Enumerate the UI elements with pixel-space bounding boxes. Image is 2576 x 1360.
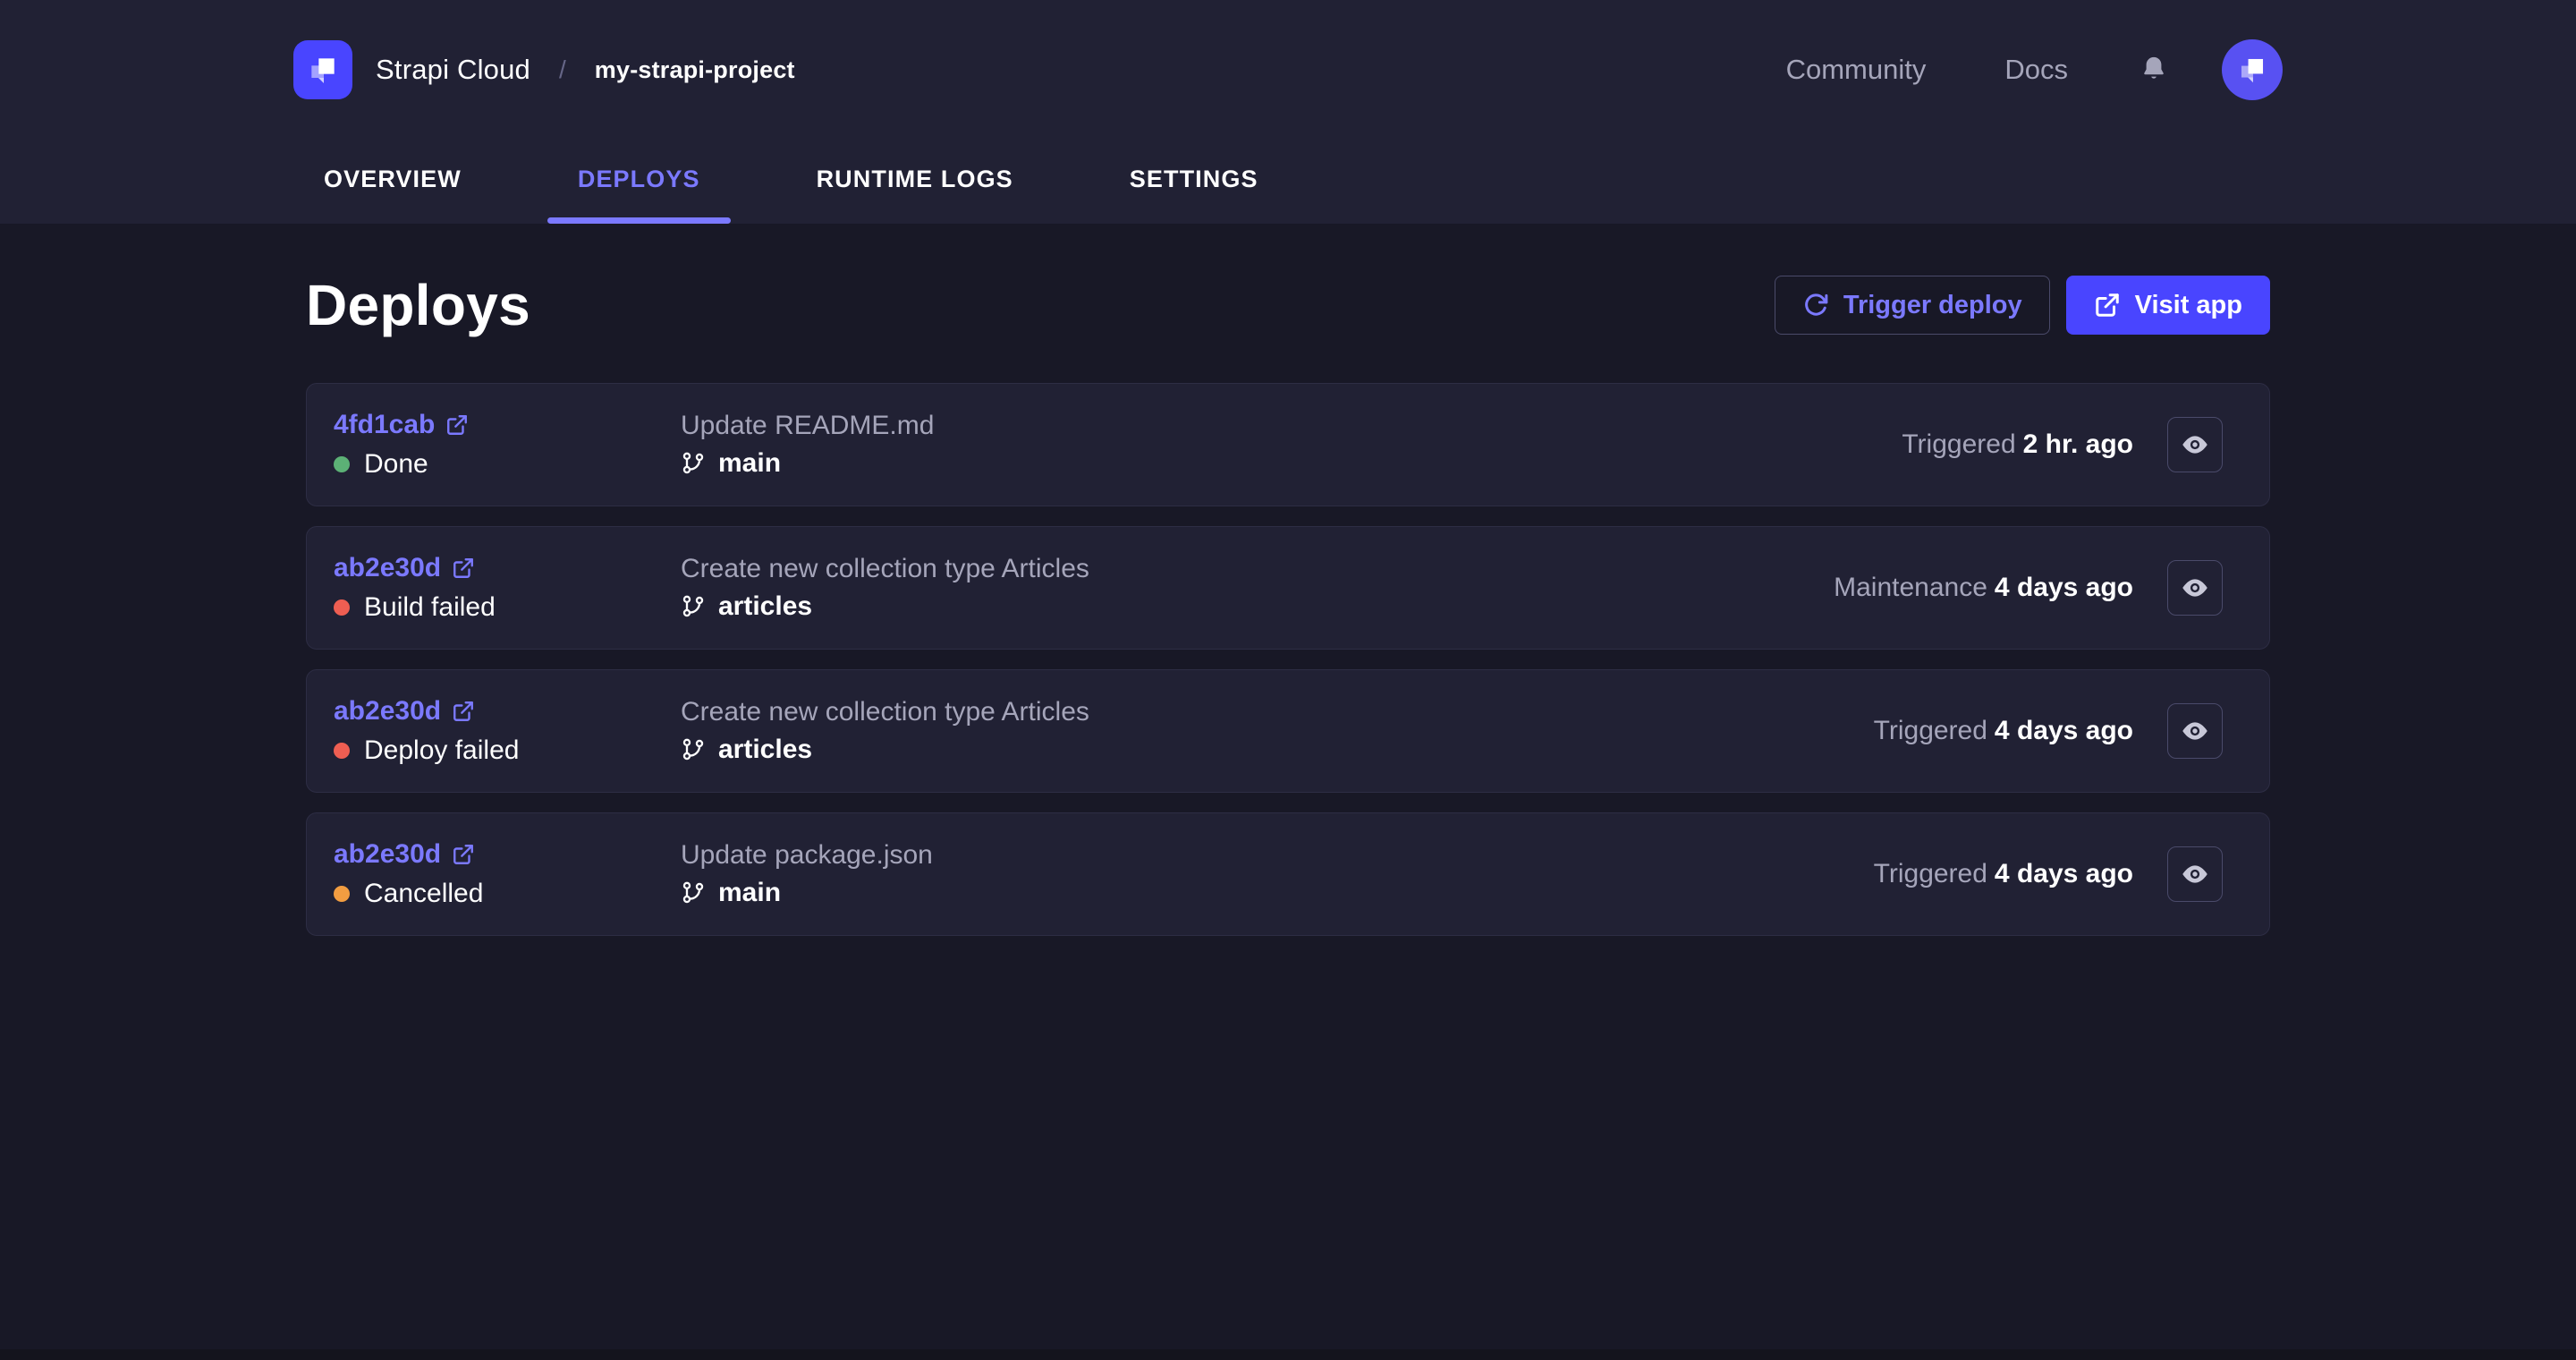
branch-name: articles bbox=[718, 591, 813, 621]
status-label: Done bbox=[364, 449, 428, 479]
external-link-icon bbox=[452, 557, 475, 580]
trigger-info: Triggered 4 days ago bbox=[1874, 859, 2133, 889]
eye-icon bbox=[2180, 573, 2210, 603]
trigger-time: 4 days ago bbox=[1994, 573, 2133, 602]
branch-name: main bbox=[718, 878, 782, 907]
main-content: Deploys Trigger deploy Visit app 4fd1cab… bbox=[306, 224, 2270, 936]
git-branch-icon bbox=[681, 737, 706, 762]
commit-link[interactable]: 4fd1cab bbox=[334, 410, 681, 440]
external-link-icon bbox=[452, 700, 475, 723]
user-avatar[interactable] bbox=[2222, 39, 2283, 100]
commit-hash: ab2e30d bbox=[334, 553, 442, 582]
trigger-time: 2 hr. ago bbox=[2022, 429, 2133, 459]
refresh-icon bbox=[1802, 292, 1829, 319]
commit-hash: ab2e30d bbox=[334, 696, 442, 726]
tab-deploys[interactable]: DEPLOYS bbox=[547, 149, 731, 224]
notification-bell-icon[interactable] bbox=[2138, 54, 2170, 86]
commit-link[interactable]: ab2e30d bbox=[334, 553, 681, 583]
commit-hash: ab2e30d bbox=[334, 839, 442, 869]
trigger-type: Maintenance bbox=[1834, 573, 1987, 602]
trigger-info: Maintenance 4 days ago bbox=[1834, 573, 2133, 603]
nav-link-docs[interactable]: Docs bbox=[2004, 54, 2068, 86]
header-actions: Community Docs bbox=[1786, 39, 2283, 100]
breadcrumb-separator: / bbox=[559, 55, 566, 83]
commit-link[interactable]: ab2e30d bbox=[334, 696, 681, 727]
trigger-time: 4 days ago bbox=[1994, 859, 2133, 888]
status-dot bbox=[334, 886, 350, 902]
deploy-card: ab2e30d Build failed Create new collecti… bbox=[306, 526, 2270, 650]
trigger-info: Triggered 2 hr. ago bbox=[1902, 429, 2133, 460]
trigger-time: 4 days ago bbox=[1994, 716, 2133, 745]
tab-overview[interactable]: OVERVIEW bbox=[293, 149, 492, 224]
page-title: Deploys bbox=[306, 273, 531, 337]
eye-icon bbox=[2180, 716, 2210, 746]
external-link-icon bbox=[452, 843, 475, 866]
deploy-card: ab2e30d Deploy failed Create new collect… bbox=[306, 669, 2270, 793]
tab-runtime-logs[interactable]: RUNTIME LOGS bbox=[786, 149, 1044, 224]
top-header: Strapi Cloud / my-strapi-project Communi… bbox=[0, 0, 2576, 224]
commit-message: Create new collection type Articles bbox=[681, 697, 1089, 727]
eye-icon bbox=[2180, 859, 2210, 889]
external-link-icon bbox=[2094, 292, 2121, 319]
status-label: Build failed bbox=[364, 592, 496, 622]
breadcrumb: Strapi Cloud / my-strapi-project bbox=[293, 40, 795, 99]
external-link-icon bbox=[445, 413, 469, 437]
view-deploy-button[interactable] bbox=[2167, 417, 2223, 472]
commit-message: Create new collection type Articles bbox=[681, 554, 1089, 583]
git-branch-icon bbox=[681, 594, 706, 619]
trigger-info: Triggered 4 days ago bbox=[1874, 716, 2133, 746]
branch-name: articles bbox=[718, 735, 813, 764]
nav-link-community[interactable]: Community bbox=[1786, 54, 1927, 86]
eye-icon bbox=[2180, 429, 2210, 460]
deploy-list: 4fd1cab Done Update README.md main Trigg… bbox=[306, 383, 2270, 936]
branch-name: main bbox=[718, 448, 782, 478]
project-tabs: OVERVIEW DEPLOYS RUNTIME LOGS SETTINGS bbox=[293, 149, 2283, 224]
view-deploy-button[interactable] bbox=[2167, 846, 2223, 902]
status-dot bbox=[334, 456, 350, 472]
commit-hash: 4fd1cab bbox=[334, 410, 436, 439]
git-branch-icon bbox=[681, 451, 706, 476]
status-dot bbox=[334, 599, 350, 616]
brand-name[interactable]: Strapi Cloud bbox=[376, 54, 530, 86]
view-deploy-button[interactable] bbox=[2167, 703, 2223, 759]
trigger-type: Triggered bbox=[1873, 716, 1987, 745]
trigger-deploy-label: Trigger deploy bbox=[1843, 290, 2022, 319]
trigger-deploy-button[interactable]: Trigger deploy bbox=[1774, 276, 2050, 335]
commit-message: Update README.md bbox=[681, 411, 935, 440]
strapi-cloud-deploys-page: { "header": { "brand": "Strapi Cloud", "… bbox=[0, 0, 2576, 1360]
trigger-type: Triggered bbox=[1873, 859, 1987, 888]
deploy-card: 4fd1cab Done Update README.md main Trigg… bbox=[306, 383, 2270, 506]
status-label: Cancelled bbox=[364, 879, 484, 908]
trigger-type: Triggered bbox=[1902, 429, 2016, 459]
commit-message: Update package.json bbox=[681, 840, 933, 870]
deploy-card: ab2e30d Cancelled Update package.json ma… bbox=[306, 812, 2270, 936]
view-deploy-button[interactable] bbox=[2167, 560, 2223, 616]
status-dot bbox=[334, 743, 350, 759]
visit-app-button[interactable]: Visit app bbox=[2065, 276, 2270, 335]
bottom-edge bbox=[0, 1349, 2576, 1360]
project-name[interactable]: my-strapi-project bbox=[595, 56, 795, 84]
git-branch-icon bbox=[681, 880, 706, 905]
visit-app-label: Visit app bbox=[2134, 290, 2242, 319]
status-label: Deploy failed bbox=[364, 735, 520, 765]
commit-link[interactable]: ab2e30d bbox=[334, 839, 681, 870]
tab-settings[interactable]: SETTINGS bbox=[1099, 149, 1289, 224]
strapi-logo-icon[interactable] bbox=[293, 40, 352, 99]
